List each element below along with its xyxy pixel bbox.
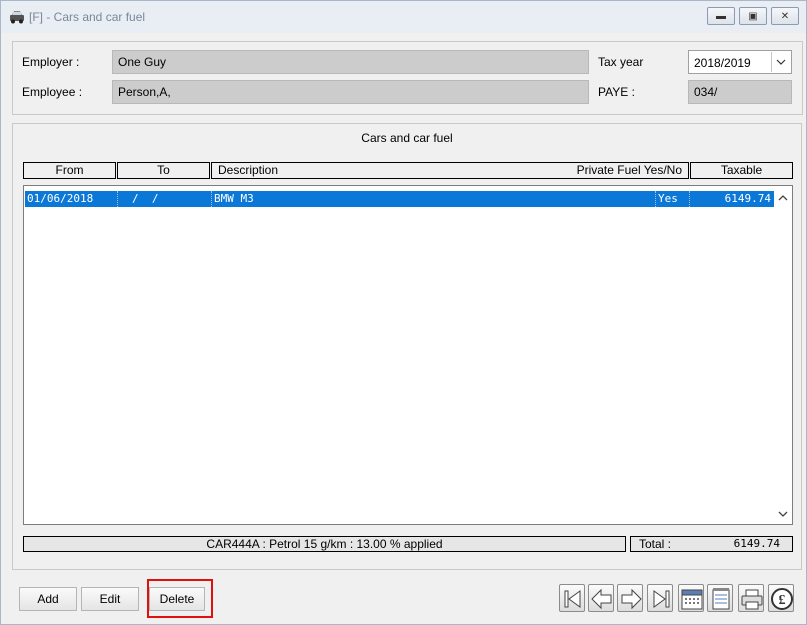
scroll-up-icon[interactable] — [778, 195, 788, 201]
tax-year-select[interactable]: 2018/2019 — [688, 50, 792, 74]
minimize-button[interactable]: ▬ — [707, 7, 735, 25]
employer-field: One Guy — [112, 50, 589, 74]
pound-icon: £ — [771, 588, 793, 610]
svg-text:£: £ — [779, 593, 786, 608]
employer-label: Employer : — [22, 55, 80, 69]
cars-panel: Cars and car fuel From To Description Pr… — [12, 123, 802, 570]
row-to: / / — [118, 191, 212, 207]
calendar-button[interactable] — [678, 584, 704, 612]
row-private-fuel: Yes — [656, 191, 690, 207]
edit-button[interactable]: Edit — [81, 587, 139, 611]
scroll-down-icon[interactable] — [778, 511, 788, 517]
cars-list[interactable]: 01/06/2018 / / BMW M3 Yes 6149.74 — [23, 185, 793, 525]
total-box: Total : 6149.74 — [630, 536, 793, 552]
title-bar: [F] - Cars and car fuel ▬ ▣ ✕ — [1, 1, 806, 33]
chevron-down-icon — [771, 52, 790, 72]
close-icon: ✕ — [780, 10, 790, 22]
add-button[interactable]: Add — [19, 587, 77, 611]
total-value: 6149.74 — [733, 537, 780, 550]
printer-icon — [741, 589, 763, 610]
next-record-icon — [621, 588, 642, 610]
delete-highlight-box — [147, 579, 213, 618]
last-record-button[interactable] — [647, 584, 673, 612]
column-private-fuel: Private Fuel Yes/No — [576, 163, 682, 177]
car-status-text: CAR444A : Petrol 15 g/km : 13.00 % appli… — [23, 536, 626, 552]
first-record-icon — [564, 590, 581, 608]
row-from: 01/06/2018 — [25, 191, 118, 207]
column-taxable[interactable]: Taxable — [690, 162, 793, 179]
row-description: BMW M3 — [212, 191, 656, 207]
paye-field: 034/ — [688, 80, 792, 104]
column-from[interactable]: From — [23, 162, 116, 179]
notepad-icon — [712, 588, 730, 610]
close-button[interactable]: ✕ — [771, 7, 799, 25]
calendar-icon — [681, 589, 703, 610]
restore-button[interactable]: ▣ — [739, 7, 767, 25]
column-description-label: Description — [218, 163, 279, 177]
car-icon — [10, 11, 24, 24]
section-title: Cars and car fuel — [361, 131, 453, 145]
previous-record-icon — [591, 588, 612, 610]
column-to[interactable]: To — [117, 162, 210, 179]
vertical-scrollbar[interactable] — [775, 187, 791, 523]
table-header: From To Description Private Fuel Yes/No … — [23, 162, 793, 179]
print-button[interactable] — [738, 584, 764, 612]
restore-icon: ▣ — [748, 10, 758, 22]
notes-button[interactable] — [707, 584, 733, 612]
tax-year-label: Tax year — [598, 55, 644, 69]
row-taxable: 6149.74 — [724, 192, 771, 205]
table-row[interactable]: 01/06/2018 / / BMW M3 Yes 6149.74 — [25, 191, 774, 207]
employee-info-panel: Employer : One Guy Employee : Person,A, … — [12, 41, 803, 115]
cars-window: [F] - Cars and car fuel ▬ ▣ ✕ Employer :… — [0, 0, 807, 625]
tax-year-value: 2018/2019 — [694, 56, 751, 70]
total-label: Total : — [639, 537, 672, 551]
paye-label: PAYE : — [598, 85, 635, 99]
minimize-icon: ▬ — [716, 10, 726, 22]
first-record-button[interactable] — [559, 584, 585, 612]
previous-record-button[interactable] — [588, 584, 614, 612]
employee-label: Employee : — [22, 85, 83, 99]
column-description[interactable]: Description Private Fuel Yes/No — [211, 162, 689, 179]
last-record-icon — [653, 590, 670, 608]
employee-field: Person,A, — [112, 80, 589, 104]
window-title: [F] - Cars and car fuel — [29, 10, 146, 24]
pound-button[interactable]: £ — [768, 584, 794, 612]
next-record-button[interactable] — [617, 584, 643, 612]
